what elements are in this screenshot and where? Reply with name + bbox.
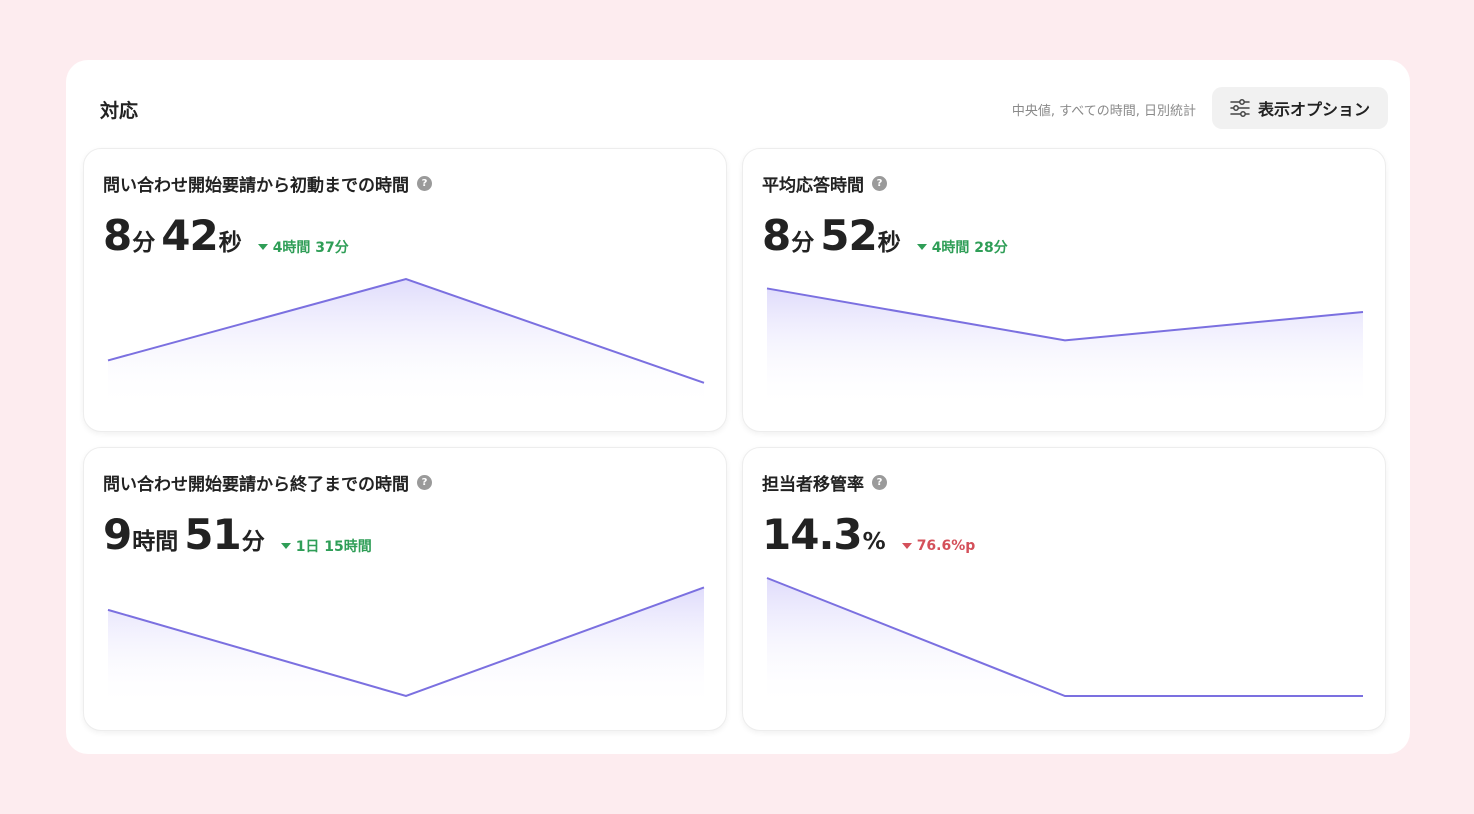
metric-number: 51 — [184, 510, 241, 559]
sparkline-area — [767, 288, 1363, 409]
sparkline-area — [108, 279, 704, 409]
delta-value: 76.6%p — [916, 538, 976, 554]
card-title: 担当者移管率 — [762, 475, 864, 495]
metric-unit: 分 — [132, 230, 156, 256]
metric-unit: % — [862, 529, 886, 555]
metric-value: 8 分 52 秒 4時間 28分 — [762, 211, 1008, 260]
metric-unit: 秒 — [877, 230, 901, 256]
panel-title: 対応 — [100, 100, 139, 122]
metric-unit: 分 — [241, 529, 265, 555]
metric-value: 8 分 42 秒 4時間 37分 — [103, 211, 349, 260]
delta-value: 4時間 28分 — [931, 240, 1008, 256]
delta-value: 4時間 37分 — [272, 240, 349, 256]
card-title: 問い合わせ開始要請から初動までの時間 — [103, 176, 409, 196]
sparkline-chart — [107, 586, 705, 708]
metric-number: 42 — [161, 211, 218, 260]
triangle-down-icon — [280, 543, 291, 549]
metric-card-resolution-time: 問い合わせ開始要請から終了までの時間 ? 9 時間 51 分 1日 15時間 — [83, 447, 727, 731]
metric-number: 52 — [820, 211, 877, 260]
delta-value: 1日 15時間 — [295, 539, 372, 555]
delta-badge: 76.6%p — [901, 538, 976, 554]
sparkline-area — [108, 587, 704, 708]
metric-value: 14.3 % 76.6%p — [762, 510, 975, 559]
triangle-down-icon — [916, 244, 927, 250]
metric-number: 8 — [762, 211, 791, 260]
metric-unit: 分 — [791, 230, 815, 256]
help-icon[interactable]: ? — [417, 176, 432, 191]
filter-summary: 中央値, すべての時間, 日別統計 — [1011, 104, 1196, 119]
metric-card-avg-response: 平均応答時間 ? 8 分 52 秒 4時間 28分 — [742, 148, 1386, 432]
response-panel: 対応 中央値, すべての時間, 日別統計 表示オプション 問い合わせ開始要請から… — [66, 60, 1410, 754]
card-title: 問い合わせ開始要請から終了までの時間 — [103, 475, 409, 495]
metric-number: 14.3 — [762, 510, 863, 559]
triangle-down-icon — [257, 244, 268, 250]
metric-unit: 秒 — [218, 230, 242, 256]
metric-number: 9 — [103, 510, 132, 559]
sliders-icon — [1230, 99, 1250, 117]
delta-badge: 1日 15時間 — [280, 536, 372, 556]
triangle-down-icon — [901, 543, 912, 549]
delta-badge: 4時間 37分 — [257, 237, 349, 257]
help-icon[interactable]: ? — [872, 176, 887, 191]
delta-badge: 4時間 28分 — [916, 237, 1008, 257]
sparkline-chart — [107, 277, 705, 409]
metric-number: 8 — [103, 211, 132, 260]
metric-card-transfer-rate: 担当者移管率 ? 14.3 % 76.6%p — [742, 447, 1386, 731]
metric-value: 9 時間 51 分 1日 15時間 — [103, 510, 372, 559]
metric-card-first-response: 問い合わせ開始要請から初動までの時間 ? 8 分 42 秒 4時間 37分 — [83, 148, 727, 432]
help-icon[interactable]: ? — [417, 475, 432, 490]
sparkline-chart — [766, 287, 1364, 409]
display-options-label: 表示オプション — [1257, 100, 1370, 119]
display-options-button[interactable]: 表示オプション — [1212, 87, 1388, 129]
sparkline-area — [767, 578, 1363, 708]
card-title: 平均応答時間 — [762, 176, 864, 196]
sparkline-chart — [766, 577, 1363, 708]
metric-unit: 時間 — [132, 529, 179, 555]
help-icon[interactable]: ? — [872, 475, 887, 490]
